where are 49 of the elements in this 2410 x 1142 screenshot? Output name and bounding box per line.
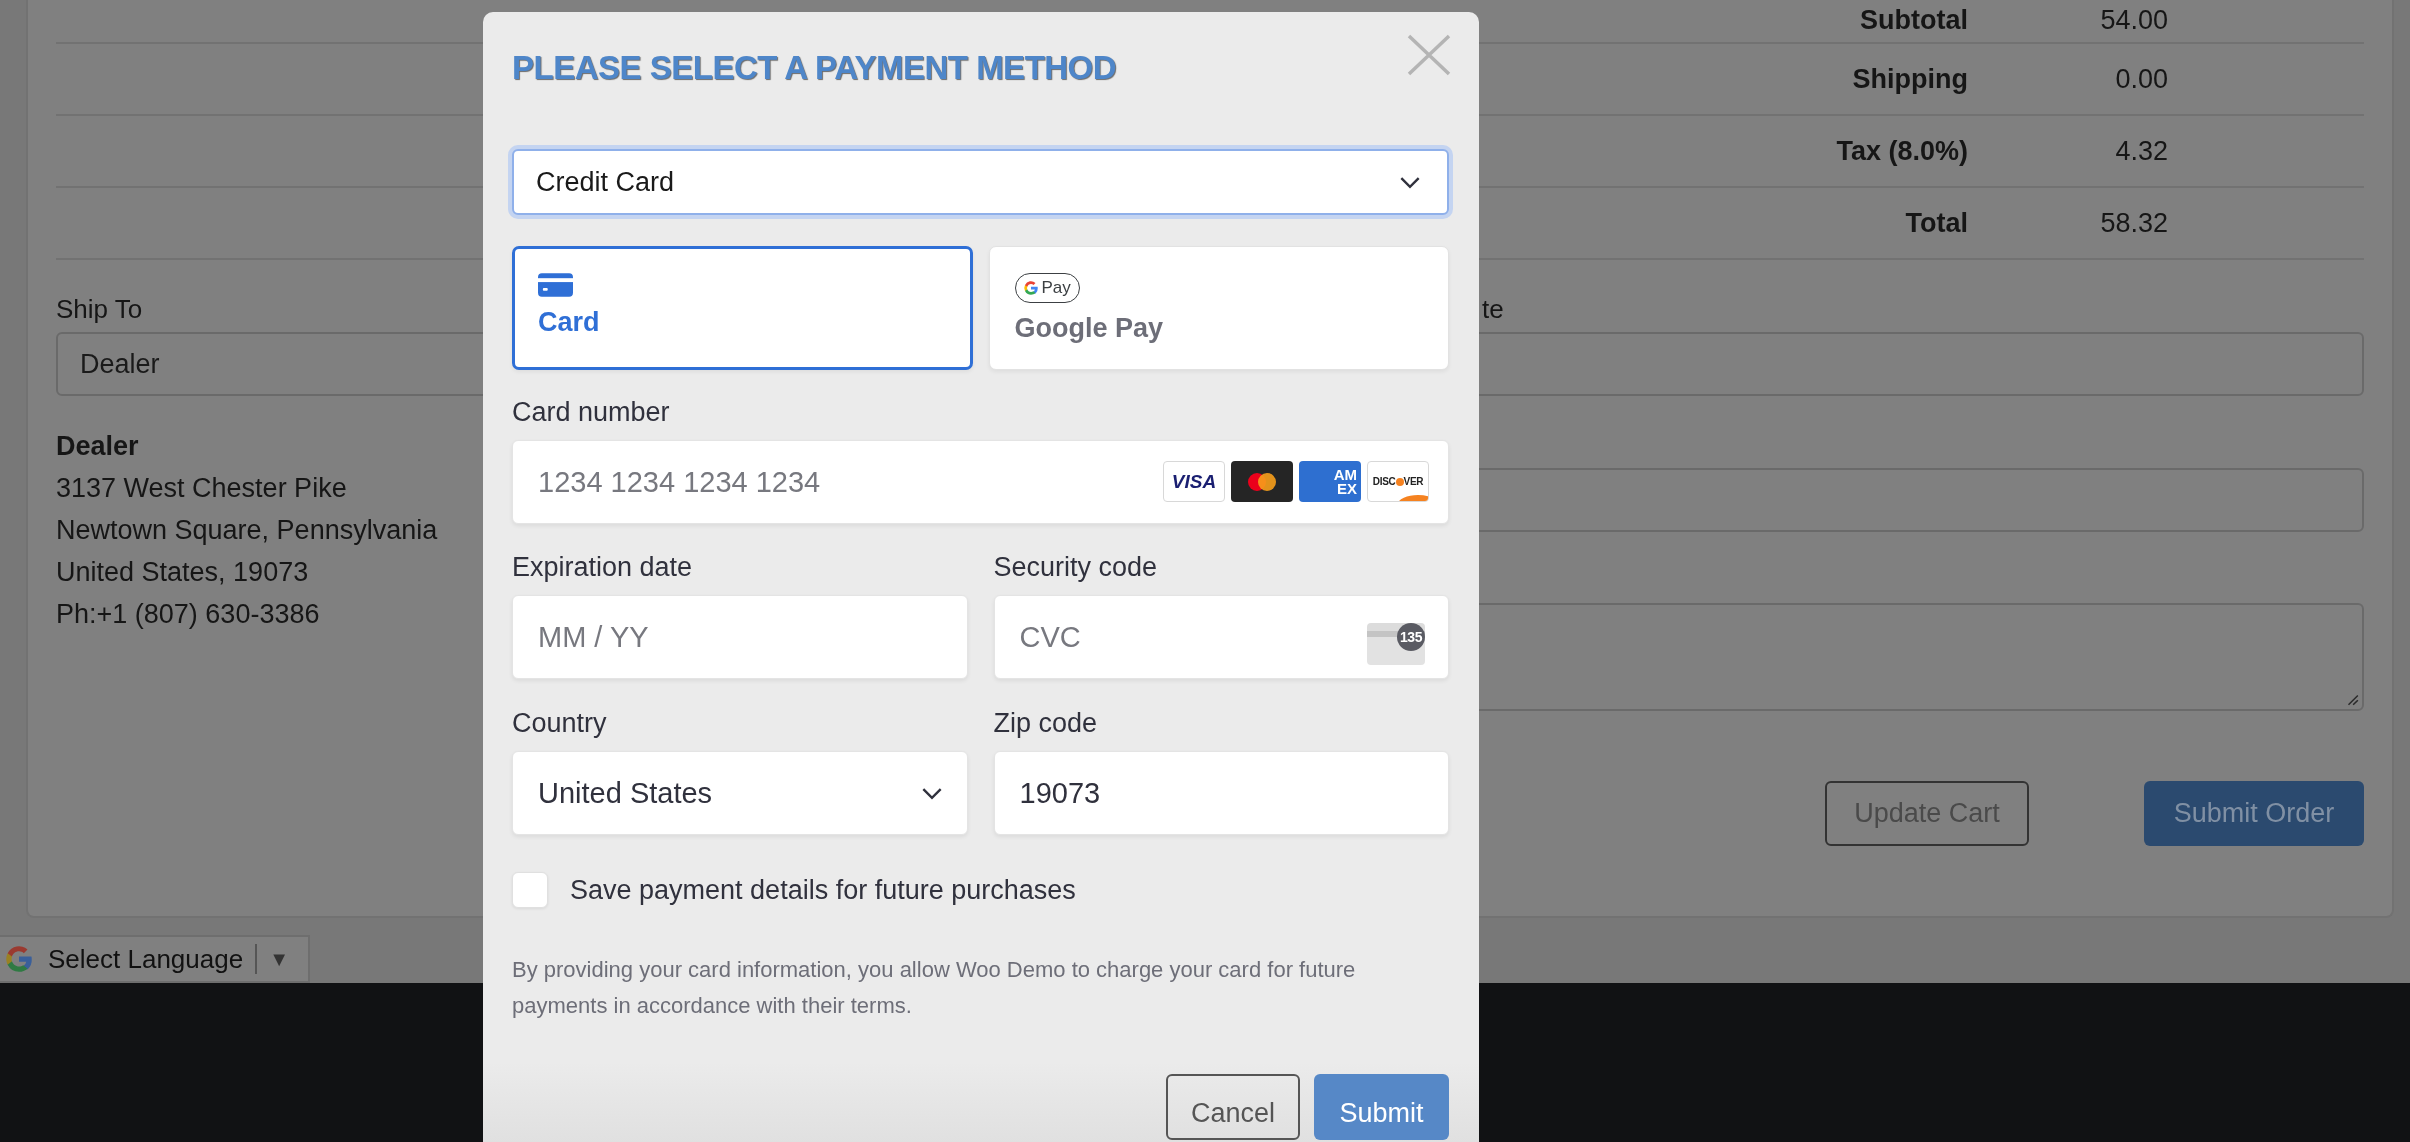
summary-value: 4.32 xyxy=(2115,135,2168,167)
language-label: Select Language xyxy=(48,943,244,975)
dropdown-arrow: ▼ xyxy=(269,947,289,971)
language-select[interactable]: Select Language ▼ xyxy=(0,935,310,983)
google-logo-icon xyxy=(1021,279,1040,297)
summary-label: Tax (8.0%) xyxy=(1836,135,1968,167)
checkbox[interactable] xyxy=(512,872,548,908)
select-value: Credit Card xyxy=(536,166,675,198)
address-line: 3137 West Chester Pike xyxy=(56,472,347,505)
address-line: Newtown Square, Pennsylvania xyxy=(56,514,438,547)
cancel-button[interactable]: Cancel xyxy=(1166,1074,1300,1140)
zip-code-field[interactable]: 19073 xyxy=(993,751,1449,835)
summary-value: 54.00 xyxy=(2100,5,2168,36)
mastercard-logo xyxy=(1231,461,1293,502)
country-select[interactable]: United States xyxy=(512,751,968,835)
field-label: Zip code xyxy=(993,707,1099,740)
resize-grip-icon[interactable] xyxy=(2345,692,2359,706)
field-label: Card number xyxy=(512,396,671,429)
address-name: Dealer xyxy=(56,430,140,463)
chevron-down-icon xyxy=(1399,175,1421,189)
submit-button[interactable]: Submit xyxy=(1314,1074,1449,1140)
summary-label: Subtotal xyxy=(1860,5,1968,36)
tab-label: Google Pay xyxy=(1014,313,1164,344)
field-label: Country xyxy=(512,707,608,740)
submit-order-button[interactable]: Submit Order xyxy=(2144,781,2364,846)
field-label: Expiration date xyxy=(512,551,694,584)
discover-logo: DISC VER xyxy=(1367,461,1429,502)
select-value: United States xyxy=(538,776,714,810)
summary-label: Shipping xyxy=(1852,63,1968,95)
summary-value: 0.00 xyxy=(2115,63,2168,95)
field-label: te xyxy=(1482,294,1504,324)
address-line: United States, 19073 xyxy=(56,556,309,589)
badge-text: Pay xyxy=(1041,278,1071,298)
cvc-card-icon: 135 xyxy=(1367,623,1425,665)
summary-label: Total xyxy=(1905,207,1968,239)
payment-tab[interactable]: Card xyxy=(512,246,973,370)
checkbox-label: Save payment details for future purchases xyxy=(570,874,1076,906)
expiration-date-field[interactable]: MM / YY xyxy=(512,595,968,679)
amex-logo: AM EX xyxy=(1299,461,1361,502)
field-label: Security code xyxy=(993,551,1159,584)
visa-logo: VISA xyxy=(1163,461,1225,502)
payment-tab[interactable]: Pay Google Pay xyxy=(988,246,1449,370)
summary-value: 58.32 xyxy=(2100,207,2168,239)
chevron-down-icon xyxy=(920,786,943,800)
modal-title: PLEASE SELECT A PAYMENT METHOD xyxy=(512,48,1117,88)
field-label: Ship To xyxy=(56,294,143,324)
disclaimer-text: By providing your card information, you allow Woo Demo to charge your card for future payments in accordance with their terms. xyxy=(512,956,1357,1020)
card-icon xyxy=(538,273,573,297)
address-line: Ph:+1 (807) 630-3386 xyxy=(56,598,320,631)
